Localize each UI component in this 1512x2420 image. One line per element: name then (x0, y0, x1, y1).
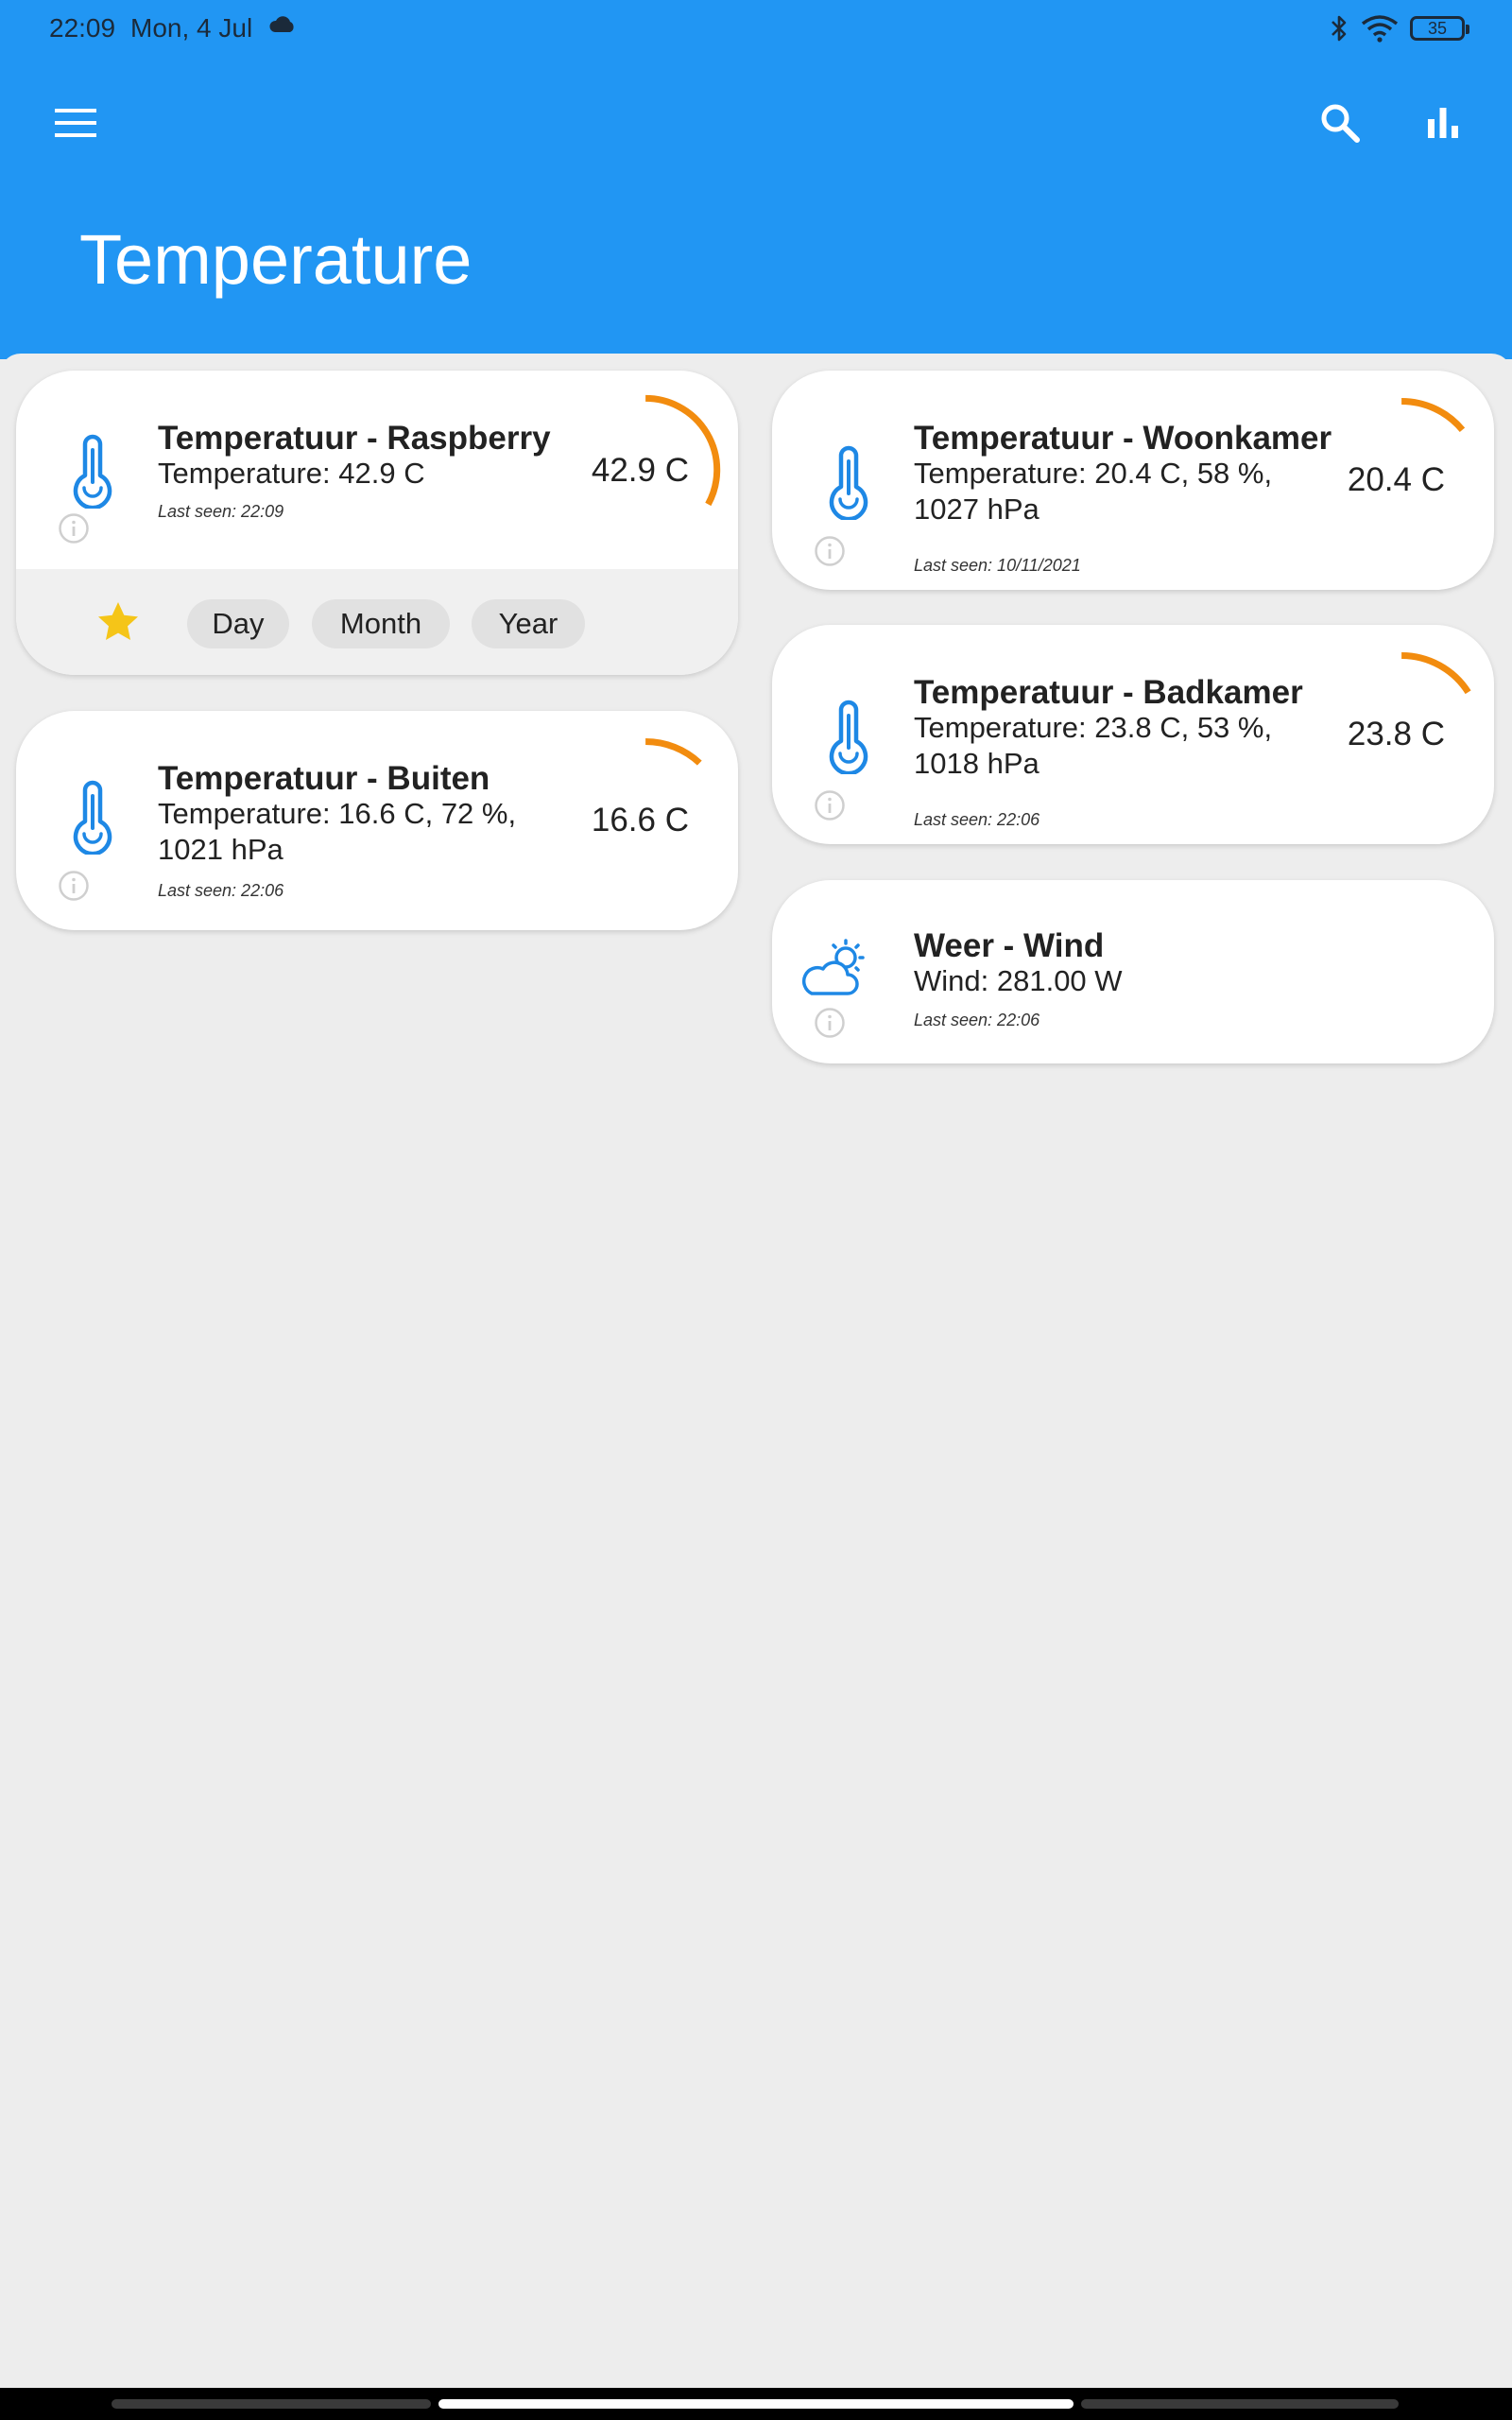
search-button[interactable] (1306, 89, 1374, 157)
last-seen: Last seen: 22:06 (914, 1011, 1040, 1029)
value-gauge (1401, 397, 1466, 433)
status-date: Mon, 4 Jul (130, 13, 253, 43)
card-main[interactable]: Temperatuur - Buiten Temperature: 16.6 C… (16, 711, 738, 930)
device-title: Temperatuur - Buiten (158, 760, 490, 797)
statistics-button[interactable] (1409, 89, 1477, 157)
value-gauge (645, 394, 721, 507)
last-seen: Last seen: 22:06 (914, 810, 1040, 829)
device-list: Temperatuur - Raspberry Temperature: 42.… (0, 354, 1512, 2388)
cloud-icon (269, 16, 294, 32)
info-icon[interactable] (814, 1007, 846, 1039)
nav-gesture-left[interactable] (112, 2399, 431, 2409)
partly-cloudy-icon (801, 939, 865, 995)
gauge-arc (1401, 651, 1471, 695)
status-bar: 22:09 Mon, 4 Jul 35 (0, 0, 1512, 57)
device-description: Temperature: 20.4 C, 58 %, 1027 hPa (914, 457, 1273, 526)
device-title: Temperatuur - Badkamer (914, 674, 1303, 711)
device-card-wind[interactable]: Weer - Wind Wind: 281.00 W Last seen: 22… (772, 880, 1494, 1063)
battery-icon: 35 (1410, 16, 1469, 41)
nav-gesture-right[interactable] (1081, 2399, 1399, 2409)
device-card-raspberry[interactable]: Temperatuur - Raspberry Temperature: 42.… (16, 371, 738, 675)
system-navigation-bar (0, 2388, 1512, 2420)
last-seen: Last seen: 22:06 (158, 881, 284, 900)
value-gauge (1401, 651, 1471, 695)
info-icon[interactable] (58, 512, 90, 544)
status-time: 22:09 (49, 13, 116, 43)
device-card-buiten[interactable]: Temperatuur - Buiten Temperature: 16.6 C… (16, 711, 738, 930)
menu-icon (55, 109, 96, 137)
bluetooth-icon (1332, 15, 1347, 42)
nav-gesture-home[interactable] (438, 2399, 1074, 2409)
wifi-icon (1361, 15, 1399, 43)
thermometer-icon (829, 700, 868, 774)
device-title: Temperatuur - Woonkamer (914, 420, 1332, 457)
device-title: Weer - Wind (914, 927, 1105, 964)
device-description: Temperature: 16.6 C, 72 %, 1021 hPa (158, 797, 517, 866)
thermometer-icon (73, 780, 112, 855)
search-icon (1321, 104, 1360, 143)
value-gauge (645, 737, 702, 766)
gauge-arc (1401, 397, 1466, 433)
battery-level: 35 (1427, 19, 1448, 38)
device-description: Wind: 281.00 W (914, 964, 1123, 997)
last-seen: Last seen: 10/11/2021 (914, 556, 1081, 575)
device-description: Temperature: 23.8 C, 53 %, 1018 hPa (914, 711, 1273, 780)
gauge-arc (645, 394, 721, 507)
chip-day[interactable]: Day (187, 599, 289, 648)
device-card-badkamer[interactable]: Temperatuur - Badkamer Temperature: 23.8… (772, 625, 1494, 844)
gauge-arc (645, 737, 702, 766)
page-title: Temperature (79, 220, 472, 299)
bar-chart-icon (1428, 108, 1458, 138)
info-icon[interactable] (814, 535, 846, 567)
chip-month[interactable]: Month (312, 599, 450, 648)
device-title: Temperatuur - Raspberry (158, 420, 551, 457)
card-actions: Day Month Year (16, 569, 738, 675)
last-seen: Last seen: 22:09 (158, 502, 284, 521)
thermometer-icon (829, 445, 868, 520)
card-main[interactable]: Temperatuur - Badkamer Temperature: 23.8… (772, 625, 1494, 844)
star-icon[interactable] (95, 599, 141, 645)
chip-year[interactable]: Year (472, 599, 585, 648)
info-icon[interactable] (58, 870, 90, 902)
info-icon[interactable] (814, 789, 846, 821)
card-main[interactable]: Temperatuur - Woonkamer Temperature: 20.… (772, 371, 1494, 590)
device-description: Temperature: 42.9 C (158, 457, 425, 490)
menu-button[interactable] (42, 89, 110, 157)
device-card-woonkamer[interactable]: Temperatuur - Woonkamer Temperature: 20.… (772, 371, 1494, 590)
card-main[interactable]: Weer - Wind Wind: 281.00 W Last seen: 22… (772, 880, 1494, 1063)
card-main[interactable]: Temperatuur - Raspberry Temperature: 42.… (16, 371, 738, 569)
thermometer-icon (73, 434, 112, 509)
